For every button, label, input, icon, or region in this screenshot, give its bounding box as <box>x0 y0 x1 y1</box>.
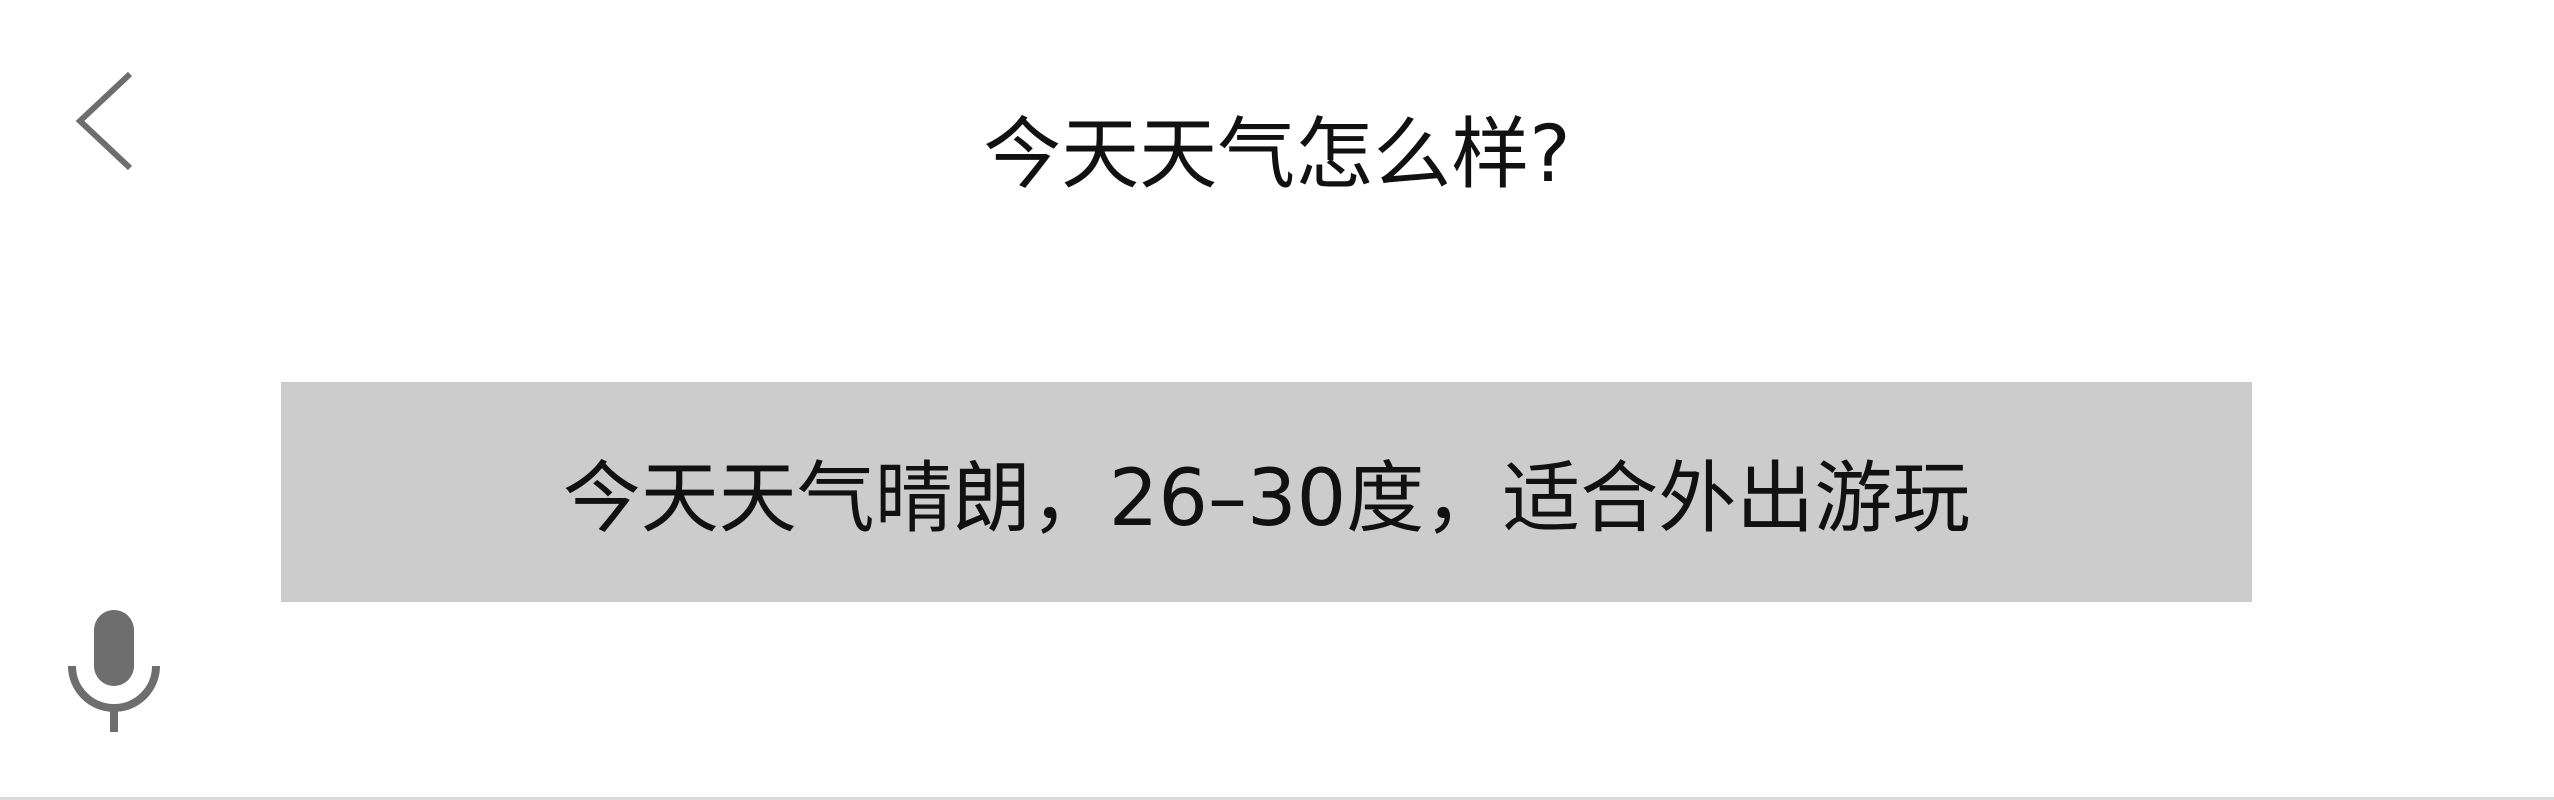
question-text: 今天天气怎么样? <box>983 110 1571 200</box>
answer-bubble: 今天天气晴朗，26–30度，适合外出游玩 <box>281 382 2252 602</box>
microphone-button[interactable] <box>66 610 162 732</box>
microphone-icon <box>68 610 160 732</box>
answer-text: 今天天气晴朗，26–30度，适合外出游玩 <box>562 454 1971 544</box>
